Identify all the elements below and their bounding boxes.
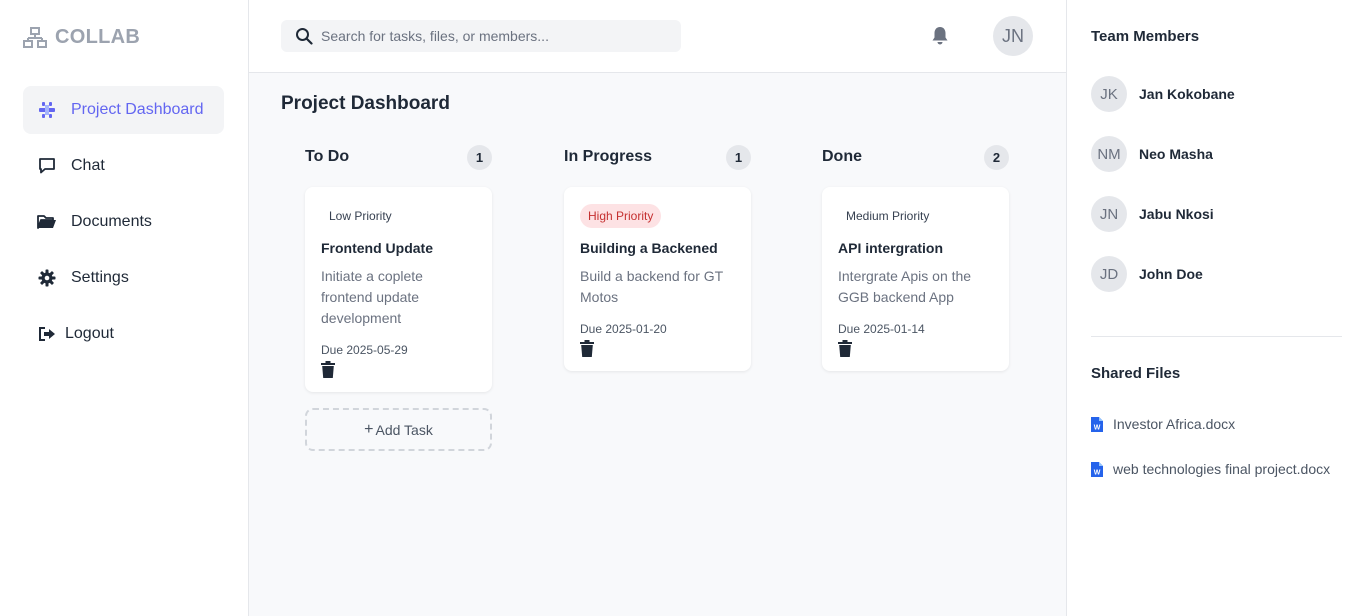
column-header: In Progress 1 [564,143,751,171]
word-file-icon: W [1091,416,1103,432]
column-title: To Do [305,148,350,165]
team-members-title: Team Members [1091,28,1200,45]
avatar: JD [1091,256,1127,292]
page-title: Project Dashboard [281,93,450,114]
column-todo: To Do 1 Low Priority Frontend Update Ini… [305,143,492,451]
avatar: NM [1091,136,1127,172]
sidebar-item-label: Documents [71,213,152,230]
member-name: Jan Kokobane [1139,86,1235,102]
task-due-date: Due 2025-01-14 [838,322,925,336]
chat-icon [37,156,57,176]
column-title: In Progress [564,148,653,165]
priority-badge: Medium Priority [846,209,930,223]
trash-icon[interactable] [838,340,852,357]
column-header: To Do 1 [305,143,492,171]
plus-icon: + [364,420,374,438]
brand-name: COLLAB [55,26,141,48]
sidebar-item-label: Chat [71,157,105,174]
dashboard-icon [37,100,57,120]
word-file-icon: W [1091,461,1103,477]
team-member[interactable]: JK Jan Kokobane [1091,76,1235,112]
add-task-label: Add Task [375,421,433,438]
sidebar-item-chat[interactable]: Chat [23,142,224,190]
column-count-badge: 2 [984,144,1009,170]
team-member[interactable]: NM Neo Masha [1091,136,1213,172]
task-title: Building a Backened [580,240,718,256]
trash-icon[interactable] [580,340,594,357]
task-description: Intergrate Apis on the GGB backend App [838,268,972,305]
folder-icon [37,212,57,232]
avatar: JK [1091,76,1127,112]
divider [1091,336,1342,337]
task-due-date: Due 2025-05-29 [321,343,408,357]
task-description: Initiate a coplete frontend update devel… [321,268,423,326]
task-due-date: Due 2025-01-20 [580,322,667,336]
sidebar-item-documents[interactable]: Documents [23,198,224,246]
network-icon [23,26,47,48]
member-name: Neo Masha [1139,146,1213,162]
task-title: Frontend Update [321,240,433,256]
shared-files-title: Shared Files [1091,365,1181,382]
top-bar: JN [249,0,1066,73]
bell-icon [932,27,948,45]
main-content: JN Project Dashboard To Do 1 Low Priorit… [249,0,1066,616]
svg-text:W: W [1094,469,1101,476]
trash-icon[interactable] [321,361,335,378]
task-description: Build a backend for GT Motos [580,268,723,305]
column-in-progress: In Progress 1 High Priority Building a B… [564,143,751,371]
sidebar-item-label: Logout [65,325,114,342]
sidebar-item-logout[interactable]: Logout [23,310,224,358]
brand-logo[interactable]: COLLAB [23,26,140,49]
right-panel: Team Members JK Jan Kokobane NM Neo Mash… [1066,0,1364,616]
member-name: Jabu Nkosi [1139,206,1214,222]
file-name: Investor Africa.docx [1113,416,1236,432]
column-count-badge: 1 [467,144,492,170]
sidebar: COLLAB Project Dashboard Chat Documents … [0,0,249,616]
add-task-button[interactable]: + Add Task [305,408,492,451]
sidebar-item-label: Settings [71,269,129,286]
avatar: JN [1091,196,1127,232]
gear-icon [37,268,57,288]
priority-badge: High Priority [580,204,662,228]
task-card[interactable]: Low Priority Frontend Update Initiate a … [305,187,492,392]
logout-icon [37,324,57,344]
task-card[interactable]: Medium Priority API intergration Intergr… [822,187,1009,371]
shared-file-item[interactable]: W web technologies final project.docx [1091,461,1330,477]
task-card[interactable]: High Priority Building a Backened Build … [564,187,751,371]
column-header: Done 2 [822,143,1009,171]
member-name: John Doe [1139,266,1203,282]
search-input[interactable] [321,28,661,44]
notifications-button[interactable] [931,26,949,51]
sidebar-item-project-dashboard[interactable]: Project Dashboard [23,86,224,134]
column-count-badge: 1 [726,144,751,170]
team-member[interactable]: JN Jabu Nkosi [1091,196,1214,232]
column-done: Done 2 Medium Priority API intergration … [822,143,1009,371]
svg-text:W: W [1094,424,1101,431]
search-bar[interactable] [281,20,681,52]
file-name: web technologies final project.docx [1113,461,1331,477]
column-title: Done [822,148,862,165]
sidebar-item-label: Project Dashboard [71,101,204,118]
task-title: API intergration [838,240,944,256]
shared-file-item[interactable]: W Investor Africa.docx [1091,416,1235,432]
priority-badge: Low Priority [329,209,392,223]
search-icon [296,28,313,45]
sidebar-nav: Project Dashboard Chat Documents Setting… [23,86,224,366]
user-avatar[interactable]: JN [993,16,1033,56]
sidebar-item-settings[interactable]: Settings [23,254,224,302]
team-member[interactable]: JD John Doe [1091,256,1203,292]
